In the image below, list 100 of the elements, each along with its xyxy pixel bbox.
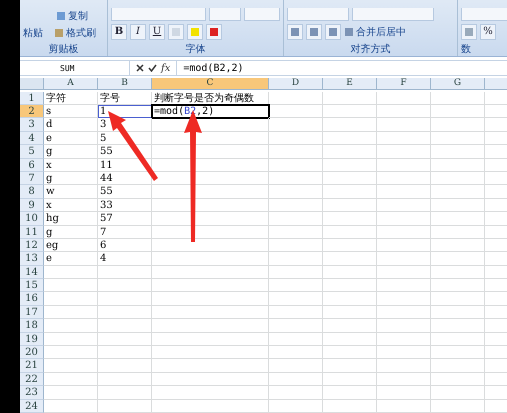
- row-header[interactable]: 17: [20, 306, 44, 320]
- empty-cell: [431, 145, 485, 159]
- formula-field[interactable]: =mod(B2,2): [176, 60, 507, 76]
- dropdown-field[interactable]: [287, 8, 349, 21]
- group-label: 剪贴板: [48, 42, 80, 56]
- empty-cell: [269, 158, 323, 172]
- row-header[interactable]: 10: [20, 212, 44, 226]
- row-header[interactable]: 5: [20, 145, 44, 159]
- empty-cell: [323, 346, 377, 360]
- column-header[interactable]: E: [323, 78, 377, 90]
- select-all-button[interactable]: [20, 78, 44, 90]
- empty-cell: [431, 306, 485, 320]
- align-button[interactable]: [325, 24, 341, 40]
- empty-cell: [98, 332, 152, 346]
- empty-cell: [323, 172, 377, 186]
- empty-cell: [269, 252, 323, 266]
- percent-button[interactable]: %: [480, 24, 496, 40]
- group-label: 数: [461, 42, 472, 56]
- table-cell: x: [44, 158, 98, 172]
- dropdown-field[interactable]: [352, 8, 434, 21]
- empty-cell: [269, 306, 323, 320]
- row-header[interactable]: 18: [20, 319, 44, 333]
- currency-button[interactable]: [461, 24, 477, 40]
- empty-cell: [431, 105, 485, 118]
- row-header[interactable]: 19: [20, 332, 44, 346]
- empty-cell: [377, 172, 431, 186]
- font-color-button[interactable]: [206, 24, 222, 40]
- empty-cell: [323, 306, 377, 320]
- table-cell: x: [44, 198, 98, 212]
- empty-cell: [323, 132, 377, 146]
- row-header[interactable]: 23: [20, 386, 44, 400]
- empty-cell: [431, 252, 485, 266]
- empty-cell: [431, 372, 485, 386]
- empty-cell: [377, 306, 431, 320]
- align-button[interactable]: [287, 24, 303, 40]
- row-header[interactable]: 4: [20, 132, 44, 146]
- empty-cell: [323, 332, 377, 346]
- table-cell: w: [44, 185, 98, 199]
- borders-button[interactable]: [168, 24, 184, 40]
- row-header[interactable]: 24: [20, 400, 44, 413]
- empty-cell: [98, 266, 152, 280]
- row-header[interactable]: 7: [20, 172, 44, 186]
- dropdown-field[interactable]: [461, 8, 507, 21]
- row-header[interactable]: 9: [20, 198, 44, 212]
- column-header[interactable]: A: [44, 78, 98, 90]
- row-header[interactable]: 21: [20, 359, 44, 373]
- format-button[interactable]: U: [149, 24, 165, 40]
- row-header[interactable]: 14: [20, 266, 44, 280]
- dropdown-field[interactable]: [209, 8, 241, 21]
- format-button[interactable]: I: [130, 24, 146, 40]
- column-header[interactable]: D: [269, 78, 323, 90]
- row-header[interactable]: 1: [20, 92, 44, 106]
- empty-cell: [377, 292, 431, 306]
- row-header[interactable]: 13: [20, 252, 44, 266]
- column-header[interactable]: G: [431, 78, 485, 90]
- empty-cell: [431, 92, 485, 106]
- empty-cell: [269, 212, 323, 226]
- row-header[interactable]: 22: [20, 372, 44, 386]
- align-button[interactable]: [306, 24, 322, 40]
- row-header[interactable]: 16: [20, 292, 44, 306]
- empty-cell: [323, 212, 377, 226]
- row-header[interactable]: 12: [20, 238, 44, 252]
- empty-cell: [377, 400, 431, 413]
- dropdown-field[interactable]: [244, 8, 280, 21]
- empty-cell: [377, 386, 431, 400]
- empty-cell: [377, 118, 431, 132]
- row-header[interactable]: 11: [20, 226, 44, 239]
- column-header[interactable]: B: [98, 78, 152, 90]
- row-header[interactable]: 15: [20, 279, 44, 292]
- row-header[interactable]: 6: [20, 158, 44, 172]
- table-cell: eg: [44, 238, 98, 252]
- paste-button[interactable]: 粘贴: [23, 26, 51, 40]
- row-header[interactable]: 8: [20, 185, 44, 199]
- empty-cell: [98, 306, 152, 320]
- cancel-icon[interactable]: [136, 64, 144, 72]
- empty-cell: [269, 198, 323, 212]
- empty-cell: [269, 292, 323, 306]
- group-label: 字体: [184, 42, 206, 56]
- merge-center-button[interactable]: 合并后居中: [344, 24, 406, 39]
- insert-function-button[interactable]: fx: [161, 62, 170, 74]
- fill-color-button[interactable]: [187, 24, 203, 40]
- empty-cell: [377, 132, 431, 146]
- empty-cell: [269, 266, 323, 280]
- format-painter-button[interactable]: 格式刷: [54, 26, 96, 40]
- row-header[interactable]: 2: [20, 105, 44, 118]
- column-header[interactable]: F: [377, 78, 431, 90]
- check-icon[interactable]: [148, 64, 157, 72]
- dropdown-field[interactable]: [111, 8, 206, 21]
- empty-cell: [269, 132, 323, 146]
- copy-button[interactable]: 复制: [56, 8, 88, 23]
- empty-cell: [98, 346, 152, 360]
- format-button[interactable]: B: [111, 24, 127, 40]
- empty-cell: [431, 185, 485, 199]
- table-cell: 字符: [44, 92, 98, 106]
- row-header[interactable]: 20: [20, 346, 44, 360]
- name-box[interactable]: SUM: [20, 60, 130, 76]
- column-header[interactable]: C: [152, 78, 269, 90]
- empty-cell: [377, 252, 431, 266]
- row-header[interactable]: 3: [20, 118, 44, 132]
- empty-cell: [323, 292, 377, 306]
